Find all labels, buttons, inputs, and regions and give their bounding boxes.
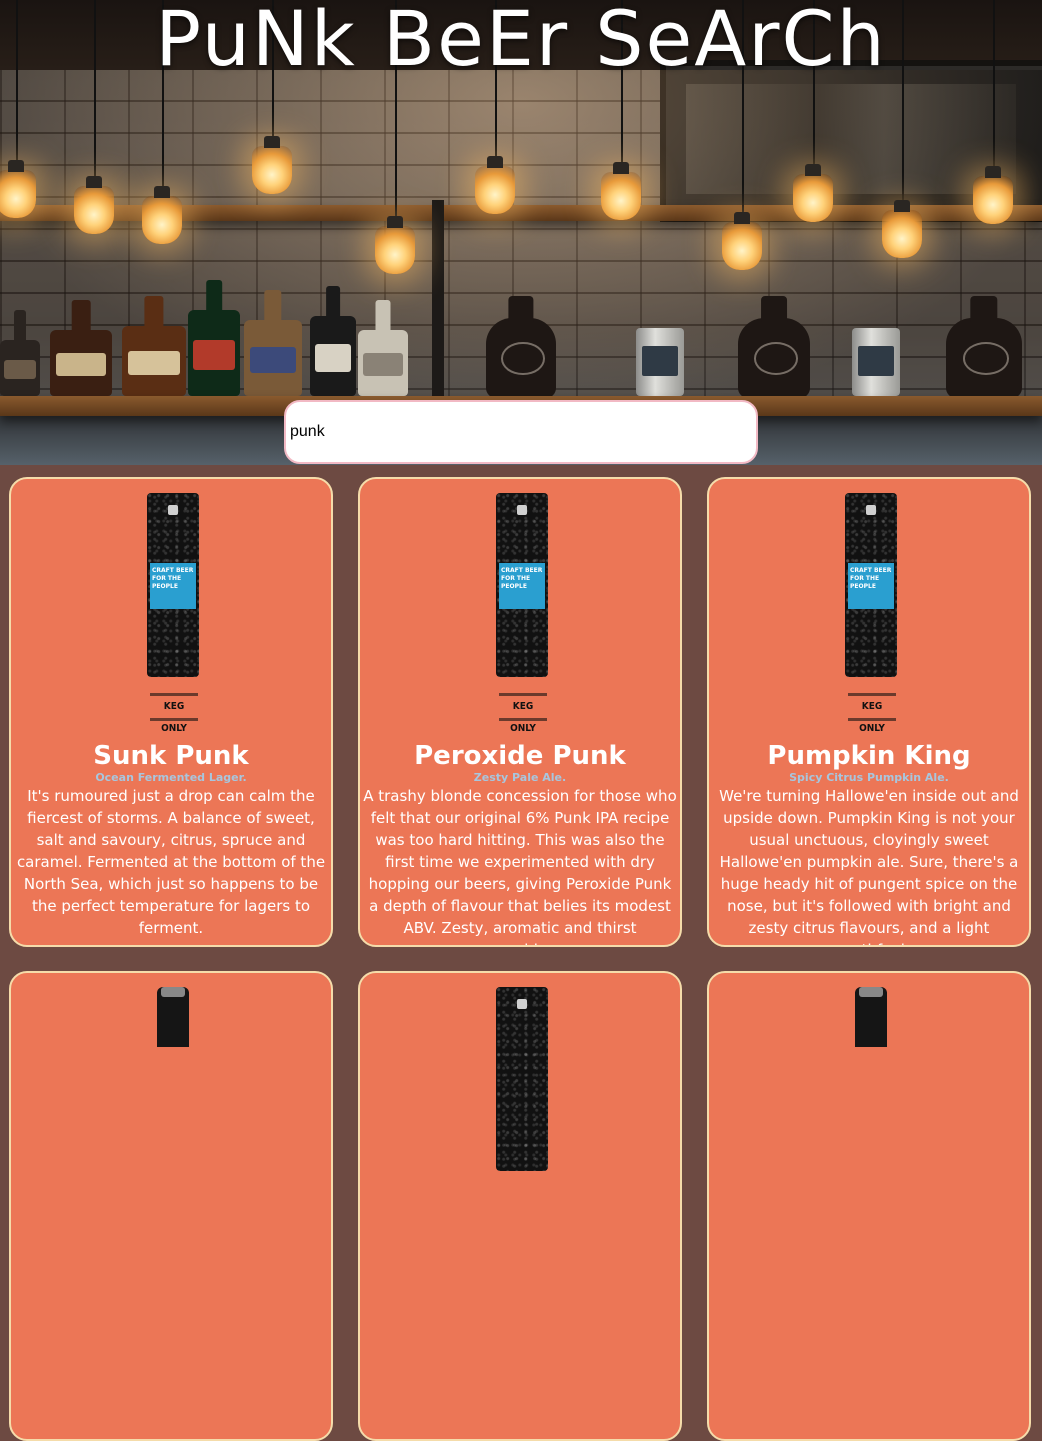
liquor-bottle — [188, 310, 240, 396]
keg-base-label: KEG ONLY — [150, 693, 198, 734]
pendant-bulb-icon — [882, 200, 922, 258]
beer-name: Pumpkin King — [767, 741, 971, 771]
pendant-bulb-icon — [475, 156, 515, 214]
keg-label: CRAFT BEER FOR THE PEOPLE — [150, 563, 196, 609]
beer-card[interactable]: CRAFT BEER FOR THE PEOPLE KEG ONLY Perox… — [358, 477, 682, 947]
search-input[interactable] — [284, 400, 758, 464]
keg-base-label: KEG ONLY — [848, 693, 896, 734]
liquor-bottle — [358, 330, 408, 396]
beer-tagline: Spicy Citrus Pumpkin Ale. — [789, 771, 949, 784]
beer-image — [11, 973, 331, 1229]
beer-description: It's rumoured just a drop can calm the f… — [16, 787, 326, 937]
keg-icon: CRAFT BEER FOR THE PEOPLE — [147, 493, 199, 677]
beer-card[interactable]: CRAFT BEER FOR THE PEOPLE KEG ONLY Pumpk… — [707, 477, 1031, 947]
keg-label: CRAFT BEER FOR THE PEOPLE — [499, 563, 545, 609]
beer-can — [636, 328, 684, 396]
beer-image — [709, 973, 1029, 1229]
keg-label: CRAFT BEER FOR THE PEOPLE — [848, 563, 894, 609]
hero-banner: PuNk BeEr SeArCh — [0, 0, 1042, 465]
keg-icon: CRAFT BEER FOR THE PEOPLE — [496, 493, 548, 677]
pendant-bulb-icon — [142, 186, 182, 244]
liquor-bottle — [310, 316, 356, 396]
beer-image — [360, 973, 680, 1229]
beer-name: Peroxide Punk — [414, 741, 626, 771]
bottle-icon — [855, 987, 887, 1047]
growler-jug — [946, 318, 1022, 398]
beer-image: CRAFT BEER FOR THE PEOPLE KEG ONLY — [11, 479, 331, 735]
pendant-bulb-icon — [601, 162, 641, 220]
beer-image: CRAFT BEER FOR THE PEOPLE KEG ONLY — [360, 479, 680, 735]
beer-results-grid: CRAFT BEER FOR THE PEOPLE KEG ONLY Sunk … — [0, 465, 1042, 1441]
liquor-bottle — [244, 320, 302, 396]
beer-description: We're turning Hallowe'en inside out and … — [719, 787, 1019, 945]
pendant-bulb-icon — [74, 176, 114, 234]
pendant-bulb-icon — [793, 164, 833, 222]
liquor-bottle — [0, 340, 40, 396]
beer-image: CRAFT BEER FOR THE PEOPLE KEG ONLY — [709, 479, 1029, 735]
pendant-bulb-icon — [973, 166, 1013, 224]
pendant-bulb-icon — [722, 212, 762, 270]
page-title: PuNk BeEr SeArCh — [155, 0, 887, 83]
pendant-bulb-icon — [0, 160, 36, 218]
growler-jug — [486, 318, 556, 398]
beer-name: Sunk Punk — [93, 741, 249, 771]
pendant-bulb-icon — [375, 216, 415, 274]
beer-tagline: Ocean Fermented Lager. — [95, 771, 247, 784]
keg-icon — [496, 987, 548, 1171]
liquor-bottle — [50, 330, 112, 396]
beer-tagline: Zesty Pale Ale. — [473, 771, 567, 784]
keg-icon: CRAFT BEER FOR THE PEOPLE — [845, 493, 897, 677]
bottle-icon — [157, 987, 189, 1047]
beer-description: A trashy blonde concession for those who… — [363, 787, 677, 945]
beer-can — [852, 328, 900, 396]
keg-base-label: KEG ONLY — [499, 693, 547, 734]
liquor-bottle — [122, 326, 186, 396]
growler-jug — [738, 318, 810, 398]
beer-card[interactable]: CRAFT BEER FOR THE PEOPLE KEG ONLY Sunk … — [9, 477, 333, 947]
pendant-bulb-icon — [252, 136, 292, 194]
